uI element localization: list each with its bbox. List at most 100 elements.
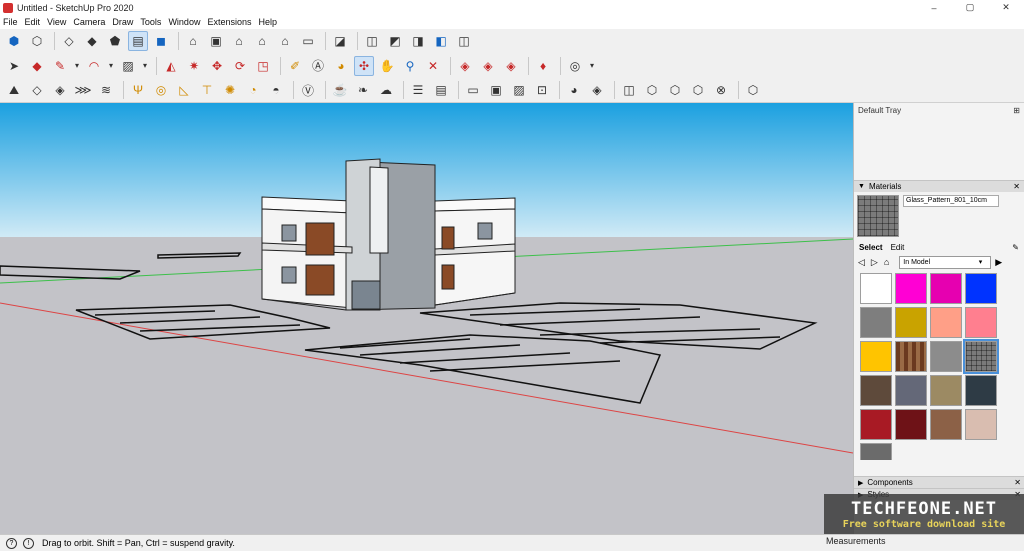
lock-icon[interactable]: ⊡ bbox=[532, 80, 552, 100]
rectangle-icon[interactable]: ▨ bbox=[118, 56, 138, 76]
material-swatch[interactable] bbox=[930, 375, 962, 406]
zoom-extents-icon[interactable]: ✕ bbox=[423, 56, 443, 76]
house-front-icon[interactable]: ▣ bbox=[206, 31, 226, 51]
menu-draw[interactable]: Draw bbox=[112, 17, 133, 27]
material-swatch[interactable] bbox=[930, 409, 962, 440]
material-swatch[interactable] bbox=[860, 273, 892, 304]
paint-bucket-icon[interactable]: ◕ bbox=[331, 56, 351, 76]
collapse-icon[interactable]: ▼ bbox=[858, 183, 865, 190]
sandbox-drape-icon[interactable]: ≋ bbox=[96, 80, 116, 100]
iso-view-icon[interactable]: ⬢ bbox=[4, 31, 24, 51]
section-fill-icon[interactable]: ◫ bbox=[362, 31, 382, 51]
move-icon[interactable]: ✥ bbox=[207, 56, 227, 76]
maximize-button[interactable]: ▢ bbox=[952, 0, 988, 15]
section-plane-icon[interactable]: ✺ bbox=[220, 80, 240, 100]
rotate-icon[interactable]: ⟳ bbox=[230, 56, 250, 76]
section-icon[interactable]: ◪ bbox=[330, 31, 350, 51]
pan-icon[interactable]: ✋ bbox=[377, 56, 397, 76]
sandbox-scratch-icon[interactable]: ◇ bbox=[27, 80, 47, 100]
front-view-icon[interactable]: ◇ bbox=[59, 31, 79, 51]
menu-camera[interactable]: Camera bbox=[73, 17, 105, 27]
tab-edit[interactable]: Edit bbox=[891, 243, 905, 252]
sandbox-contours-icon[interactable]: ⛰ bbox=[4, 80, 24, 100]
eraser-icon[interactable]: ◆ bbox=[27, 56, 47, 76]
monochrome-icon[interactable]: ▤ bbox=[128, 31, 148, 51]
house-top-icon[interactable]: ⌂ bbox=[275, 31, 295, 51]
collection-dropdown[interactable]: In Model ▾ bbox=[899, 255, 992, 269]
top-view-icon[interactable]: ⬡ bbox=[27, 31, 47, 51]
style-texture-icon[interactable]: ▨ bbox=[509, 80, 529, 100]
material-swatch[interactable] bbox=[895, 307, 927, 338]
close-button[interactable]: ✕ bbox=[988, 0, 1024, 15]
cube-iso-icon[interactable]: ◫ bbox=[619, 80, 639, 100]
position-camera-icon[interactable]: Ψ bbox=[128, 80, 148, 100]
chevron-down-icon[interactable]: ▾ bbox=[107, 56, 115, 76]
material-swatch[interactable] bbox=[860, 341, 892, 372]
model-canvas[interactable] bbox=[0, 103, 853, 534]
teapot-icon[interactable]: ☕ bbox=[330, 80, 350, 100]
chevron-down-icon[interactable]: ▾ bbox=[73, 56, 81, 76]
close-icon[interactable]: ✕ bbox=[1014, 478, 1021, 487]
material-swatch[interactable] bbox=[895, 341, 927, 372]
close-icon[interactable]: ✕ bbox=[1013, 182, 1020, 191]
shaded-icon[interactable]: ◼ bbox=[151, 31, 171, 51]
tab-select[interactable]: Select bbox=[859, 243, 883, 252]
shadow-icon[interactable]: ☰ bbox=[408, 80, 428, 100]
material-swatch[interactable] bbox=[930, 307, 962, 338]
details-arrow-icon[interactable]: ▶ bbox=[995, 257, 1002, 268]
house-side-icon[interactable]: ⌂ bbox=[252, 31, 272, 51]
forward-arrow-icon[interactable]: ▷ bbox=[871, 257, 878, 268]
circle-icon[interactable]: ◎ bbox=[151, 80, 171, 100]
orbit-icon[interactable]: ✣ bbox=[354, 55, 374, 76]
back-arrow-icon[interactable]: ◁ bbox=[858, 257, 865, 268]
menu-window[interactable]: Window bbox=[168, 17, 200, 27]
menu-help[interactable]: Help bbox=[258, 17, 277, 27]
sandbox-stamp-icon[interactable]: ⋙ bbox=[73, 80, 93, 100]
dimension-icon[interactable]: ◔ bbox=[243, 80, 263, 100]
material-swatch[interactable] bbox=[895, 409, 927, 440]
section-cut-icon[interactable]: ◨ bbox=[408, 31, 428, 51]
material-swatch[interactable] bbox=[860, 409, 892, 440]
follow-me-icon[interactable]: ✷ bbox=[184, 56, 204, 76]
house-bottom-icon[interactable]: ▭ bbox=[298, 31, 318, 51]
menu-view[interactable]: View bbox=[47, 17, 66, 27]
sphere-icon[interactable]: ◓ bbox=[266, 80, 286, 100]
account-icon[interactable]: ◎ bbox=[565, 56, 585, 76]
material-swatch[interactable] bbox=[965, 307, 997, 338]
home-icon[interactable]: ⌂ bbox=[884, 257, 889, 267]
material-swatch[interactable] bbox=[860, 375, 892, 406]
expand-icon[interactable]: ▶ bbox=[858, 479, 863, 487]
material-swatch[interactable] bbox=[860, 307, 892, 338]
scene-update-icon[interactable]: ◈ bbox=[587, 80, 607, 100]
ruby-console-icon[interactable]: ♦ bbox=[533, 56, 553, 76]
cube-back-icon[interactable]: ⬡ bbox=[665, 80, 685, 100]
pin-icon[interactable]: ⊞ bbox=[1013, 106, 1020, 115]
edge-style-icon[interactable]: ▭ bbox=[463, 80, 483, 100]
eyedropper-icon[interactable]: ✎ bbox=[1012, 243, 1019, 252]
cube-front-icon[interactable]: ⬡ bbox=[642, 80, 662, 100]
extension-warehouse-icon[interactable]: ◈ bbox=[478, 56, 498, 76]
house-view-icon[interactable]: ⌂ bbox=[183, 31, 203, 51]
material-name-field[interactable]: Glass_Pattern_801_10cm bbox=[903, 195, 999, 207]
cloud-icon[interactable]: ☁ bbox=[376, 80, 396, 100]
select-icon[interactable]: ➤ bbox=[4, 56, 24, 76]
scale-icon[interactable]: ◳ bbox=[253, 56, 273, 76]
section-export-icon[interactable]: ◫ bbox=[454, 31, 474, 51]
right-view-icon[interactable]: ◆ bbox=[82, 31, 102, 51]
material-swatch[interactable] bbox=[930, 341, 962, 372]
cube-side-icon[interactable]: ⬡ bbox=[688, 80, 708, 100]
tape-measure-icon[interactable]: ✐ bbox=[285, 56, 305, 76]
protractor-icon[interactable]: ◺ bbox=[174, 80, 194, 100]
axes-icon[interactable]: ⊤ bbox=[197, 80, 217, 100]
zoom-icon[interactable]: ⚲ bbox=[400, 56, 420, 76]
menu-edit[interactable]: Edit bbox=[25, 17, 41, 27]
chevron-down-icon[interactable]: ▾ bbox=[141, 56, 149, 76]
menu-file[interactable]: File bbox=[3, 17, 18, 27]
info-icon[interactable]: ? bbox=[6, 537, 17, 549]
pencil-icon[interactable]: ✎ bbox=[50, 56, 70, 76]
material-swatch[interactable] bbox=[965, 375, 997, 406]
fog-icon[interactable]: ▤ bbox=[431, 80, 451, 100]
text-icon[interactable]: Ⓐ bbox=[308, 56, 328, 76]
back-view-icon[interactable]: ⬟ bbox=[105, 31, 125, 51]
sandbox-smoove-icon[interactable]: ◈ bbox=[50, 80, 70, 100]
